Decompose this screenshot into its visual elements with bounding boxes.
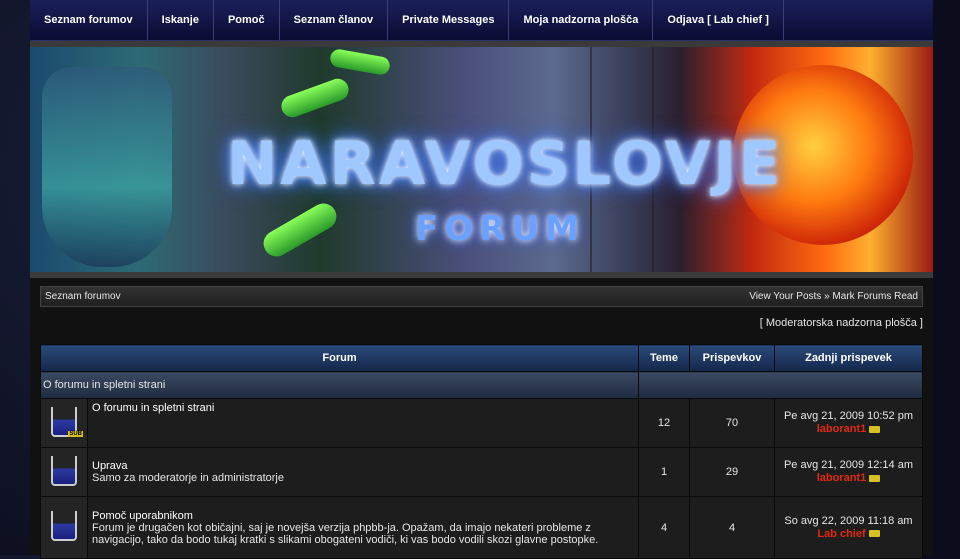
divider xyxy=(30,272,933,278)
header-last-post: Zadnji prispevek xyxy=(774,344,923,372)
go-to-post-icon[interactable] xyxy=(869,425,881,433)
topic-count: 4 xyxy=(638,496,690,559)
category-filler xyxy=(638,371,923,399)
post-count: 4 xyxy=(689,496,775,559)
go-to-post-icon[interactable] xyxy=(869,474,881,482)
sub-tag: SUB xyxy=(68,430,83,437)
breadcrumb-actions[interactable]: View Your Posts » Mark Forums Read xyxy=(749,291,918,302)
category-row: O forumu in spletni strani xyxy=(40,371,923,399)
banner-subtitle: FORUM xyxy=(415,209,585,249)
top-navigation: Seznam forumov Iskanje Pomoč Seznam član… xyxy=(30,0,933,41)
forum-icon-cell xyxy=(40,496,88,559)
last-post: So avg 22, 2009 11:18 am Lab chief xyxy=(774,496,923,559)
forum-description: Samo za moderatorje in administratorje xyxy=(92,472,284,484)
last-post: Pe avg 21, 2009 12:14 am laborant1 xyxy=(774,447,923,497)
forum-name[interactable]: Uprava xyxy=(92,460,634,472)
nav-forum-list[interactable]: Seznam forumov xyxy=(30,0,148,40)
forum-icon-cell xyxy=(40,447,88,497)
moderator-panel-link-container: [ Moderatorska nadzorna plošča ] xyxy=(30,317,923,329)
post-count: 70 xyxy=(689,398,775,448)
header-topics: Teme xyxy=(638,344,690,372)
beaker-icon xyxy=(51,455,77,486)
nav-members[interactable]: Seznam članov xyxy=(280,0,389,40)
go-to-post-icon[interactable] xyxy=(868,530,880,538)
breadcrumb: Seznam forumov View Your Posts » Mark Fo… xyxy=(40,286,923,307)
flask-image xyxy=(42,67,172,267)
topic-count: 12 xyxy=(638,398,690,448)
topic-count: 1 xyxy=(638,447,690,497)
last-post-date: Pe avg 21, 2009 10:52 pm xyxy=(783,410,914,422)
last-poster[interactable]: Lab chief xyxy=(817,528,865,540)
nav-user-control-panel[interactable]: Moja nadzorna plošča xyxy=(509,0,654,40)
bacteria-image xyxy=(258,198,342,262)
last-post-date: Pe avg 21, 2009 12:14 am xyxy=(783,459,914,471)
bacteria-image xyxy=(278,75,352,121)
breadcrumb-forum-list[interactable]: Seznam forumov xyxy=(45,291,121,302)
forum-name[interactable]: O forumu in spletni strani xyxy=(92,402,634,414)
table-row: Uprava Samo za moderatorje in administra… xyxy=(40,447,923,497)
forum-info: Uprava Samo za moderatorje in administra… xyxy=(87,447,639,497)
last-poster[interactable]: laborant1 xyxy=(817,423,867,435)
header-forum: Forum xyxy=(40,344,639,372)
forum-icon-cell: SUB xyxy=(40,398,88,448)
post-count: 29 xyxy=(689,447,775,497)
last-poster[interactable]: laborant1 xyxy=(817,472,867,484)
table-row: SUB O forumu in spletni strani 12 70 Pe … xyxy=(40,398,923,448)
last-post: Pe avg 21, 2009 10:52 pm laborant1 xyxy=(774,398,923,448)
nav-search[interactable]: Iskanje xyxy=(148,0,214,40)
last-post-date: So avg 22, 2009 11:18 am xyxy=(784,514,913,527)
forum-info: Pomoč uporabnikom Forum je drugačen kot … xyxy=(87,496,639,559)
table-header: Forum Teme Prispevkov Zadnji prispevek xyxy=(40,344,923,372)
site-banner[interactable]: NARAVOSLOVJE FORUM xyxy=(30,47,933,272)
forum-table: Forum Teme Prispevkov Zadnji prispevek O… xyxy=(40,344,923,559)
category-title[interactable]: O forumu in spletni strani xyxy=(40,371,639,399)
nav-help[interactable]: Pomoč xyxy=(214,0,280,40)
forum-info: O forumu in spletni strani xyxy=(87,398,639,448)
moderator-panel-link[interactable]: [ Moderatorska nadzorna plošča ] xyxy=(760,317,923,329)
table-row: Pomoč uporabnikom Forum je drugačen kot … xyxy=(40,496,923,559)
banner-title: NARAVOSLOVJE xyxy=(226,129,784,199)
page-wrapper: Seznam forumov Iskanje Pomoč Seznam član… xyxy=(30,0,933,559)
forum-name[interactable]: Pomoč uporabnikom xyxy=(92,510,634,522)
beaker-icon xyxy=(51,511,77,541)
forum-description: Forum je drugačen kot običajni, saj je n… xyxy=(92,521,599,546)
header-posts: Prispevkov xyxy=(689,344,775,372)
bacteria-image xyxy=(328,47,392,77)
nav-private-messages[interactable]: Private Messages xyxy=(388,0,510,40)
nav-logout[interactable]: Odjava [ Lab chief ] xyxy=(653,0,784,40)
beaker-icon: SUB xyxy=(51,406,83,437)
